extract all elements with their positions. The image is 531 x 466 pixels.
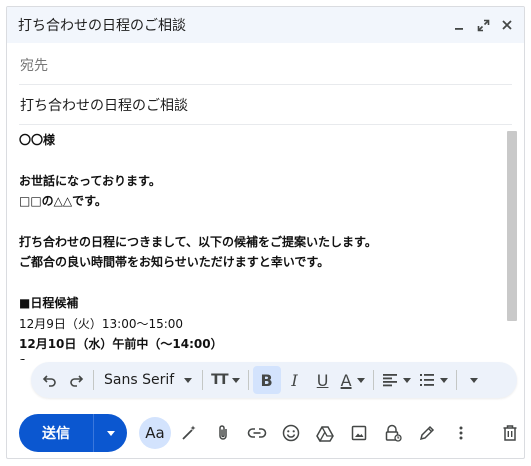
- body-line: [19, 273, 509, 293]
- recipients-field[interactable]: 宛先: [19, 45, 512, 85]
- attach-icon[interactable]: [207, 417, 239, 449]
- italic-button[interactable]: I: [281, 366, 309, 394]
- body-line: 12月9日（火）13:00～15:00: [19, 316, 184, 331]
- chevron-down-icon: [356, 377, 365, 383]
- body-line: ■日程候補: [19, 296, 79, 311]
- message-body[interactable]: 〇〇様 お世話になっております。 □□の△△です。 打ち合わせの日程につきまして…: [19, 130, 509, 360]
- chevron-down-icon: [469, 377, 478, 383]
- send-button[interactable]: 送信: [19, 414, 127, 452]
- body-line: □□の△△です。: [19, 194, 107, 209]
- body-line: 1: [19, 354, 509, 360]
- photo-icon[interactable]: [343, 417, 375, 449]
- underline-button[interactable]: U: [309, 366, 337, 394]
- body-scrollbar[interactable]: [507, 131, 517, 321]
- body-line: 〇〇様: [19, 133, 56, 147]
- more-formatting-icon[interactable]: [461, 366, 487, 394]
- formatting-options-button[interactable]: Aa: [139, 417, 171, 449]
- italic-icon: I: [291, 370, 298, 390]
- toolbar-divider: [455, 370, 457, 390]
- toolbar-divider: [372, 370, 374, 390]
- link-icon[interactable]: [241, 417, 273, 449]
- compose-window: 打ち合わせの日程のご相談 宛先 打ち合わせの日程のご相談 〇〇様 お世話になって…: [6, 6, 525, 459]
- body-line: 12月10日（水）午前中（～14:00）: [19, 336, 223, 351]
- body-line: [19, 212, 509, 232]
- font-family-select[interactable]: Sans Serif: [98, 366, 198, 394]
- text-color-icon: A: [340, 370, 352, 390]
- toolbar-divider: [93, 370, 94, 390]
- chevron-down-icon: [231, 377, 240, 383]
- align-button[interactable]: [378, 366, 415, 394]
- confidential-mode-icon[interactable]: [377, 417, 409, 449]
- expand-icon[interactable]: [472, 14, 494, 36]
- drive-icon[interactable]: [309, 417, 341, 449]
- redo-icon[interactable]: [63, 366, 89, 394]
- font-family-label: Sans Serif: [104, 372, 175, 388]
- text-size-icon: TT: [211, 372, 228, 388]
- minimize-icon[interactable]: [448, 14, 470, 36]
- close-icon[interactable]: [496, 14, 518, 36]
- signature-icon[interactable]: [411, 417, 443, 449]
- chevron-down-icon: [402, 377, 411, 383]
- compose-titlebar[interactable]: 打ち合わせの日程のご相談: [7, 7, 524, 43]
- chevron-down-icon: [184, 377, 193, 383]
- undo-icon[interactable]: [37, 366, 63, 394]
- bold-button[interactable]: B: [252, 366, 281, 394]
- underline-icon: U: [316, 370, 329, 390]
- text-size-button[interactable]: TT: [207, 366, 243, 394]
- toolbar-divider: [247, 370, 249, 390]
- discard-icon[interactable]: [494, 417, 524, 449]
- text-color-button[interactable]: A: [337, 366, 369, 394]
- format-icon: Aa: [145, 424, 165, 442]
- formatting-toolbar: Sans Serif TT B I U A: [31, 362, 517, 398]
- window-controls: [448, 14, 524, 36]
- body-line: お世話になっております。: [19, 173, 161, 188]
- body-line: 打ち合わせの日程につきまして、以下の候補をご提案いたします。: [19, 234, 377, 249]
- numbered-list-button[interactable]: [415, 366, 452, 394]
- body-line: ご都合の良い時間帯をお知らせいただけますと幸いです。: [19, 255, 330, 270]
- bold-icon: B: [260, 370, 273, 390]
- align-icon: [382, 374, 397, 387]
- more-options-icon[interactable]: [445, 417, 477, 449]
- chevron-down-icon: [106, 430, 115, 436]
- subject-input[interactable]: 打ち合わせの日程のご相談: [19, 85, 512, 124]
- send-label[interactable]: 送信: [19, 423, 93, 443]
- subject-field[interactable]: 打ち合わせの日程のご相談: [19, 85, 512, 125]
- toolbar-divider: [202, 370, 204, 390]
- compose-title: 打ち合わせの日程のご相談: [18, 18, 186, 34]
- chevron-down-icon: [439, 377, 448, 383]
- recipients-input[interactable]: 宛先: [19, 45, 512, 84]
- body-line: [19, 150, 509, 170]
- compose-actions: 送信 Aa: [19, 413, 477, 453]
- magic-write-icon[interactable]: [173, 417, 205, 449]
- emoji-icon[interactable]: [275, 417, 307, 449]
- send-options-button[interactable]: [94, 430, 127, 436]
- numbered-list-icon: [419, 374, 434, 386]
